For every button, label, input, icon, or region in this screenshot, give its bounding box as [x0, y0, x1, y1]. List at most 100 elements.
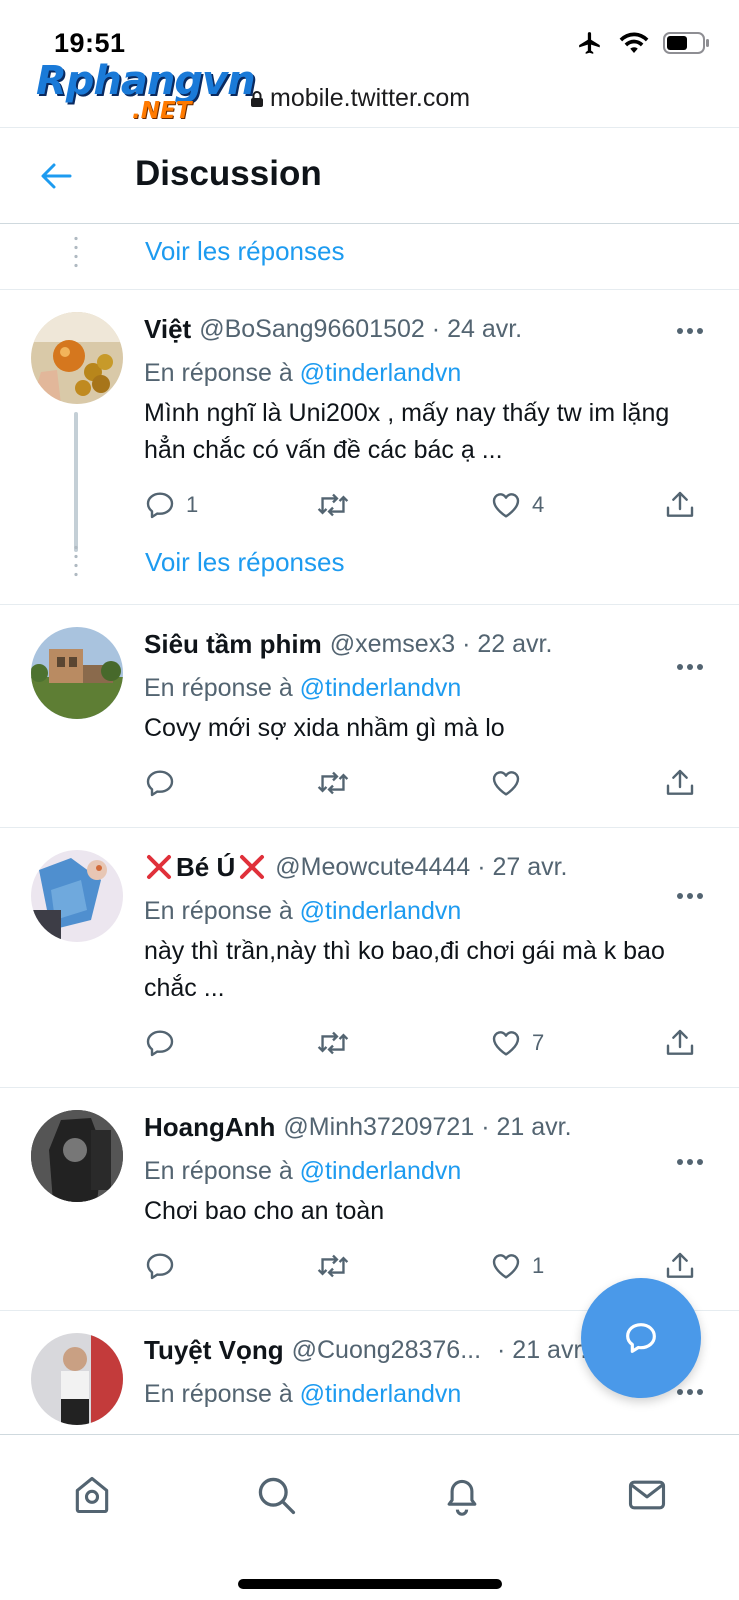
author-name[interactable]: Bé Ú — [176, 850, 235, 884]
like-button[interactable]: 4 — [490, 489, 544, 521]
author-name[interactable]: Việt — [144, 312, 191, 346]
nav-search[interactable] — [246, 1465, 306, 1525]
more-options-icon[interactable] — [675, 662, 705, 672]
avatar[interactable] — [31, 1333, 123, 1425]
watermark-logo: Rphangvn .NET — [36, 58, 256, 128]
tweet-header: HoangAnh @Minh37209721 · 21 avr. — [144, 1110, 709, 1144]
retweet-button[interactable] — [316, 489, 350, 521]
tweet-date[interactable]: · 22 avr. — [462, 627, 552, 661]
home-icon — [75, 1476, 109, 1514]
avatar[interactable] — [31, 1110, 123, 1202]
heart-icon — [492, 771, 520, 796]
nav-notifications[interactable] — [432, 1465, 492, 1525]
author-handle[interactable]: @Cuong28376... — [292, 1333, 481, 1367]
reply-mention[interactable]: @tinderlandvn — [300, 674, 462, 702]
author-handle[interactable]: @BoSang96601502 — [199, 312, 425, 346]
like-button[interactable]: 7 — [490, 1027, 544, 1059]
share-button[interactable] — [664, 1250, 696, 1282]
more-options-icon[interactable] — [675, 891, 705, 901]
reply-prefix: En réponse à — [144, 1157, 293, 1185]
cross-mark-icon — [147, 855, 171, 879]
tweet[interactable]: Việt @BoSang96601502 · 24 avr. En répons… — [0, 290, 739, 605]
cross-mark-icon — [240, 855, 265, 879]
retweet-button[interactable] — [316, 1250, 350, 1282]
tweet[interactable]: Siêu tầm phim @xemsex3 · 22 avr. En répo… — [0, 605, 739, 828]
retweet-icon — [317, 1254, 349, 1278]
tweet-date[interactable]: · 21 avr. — [497, 1333, 587, 1367]
show-replies-row: Voir les réponses — [0, 224, 739, 290]
arrow-left-icon — [41, 163, 72, 189]
tweet-header: Siêu tầm phim @xemsex3 · 22 avr. — [144, 627, 709, 661]
tweet-date[interactable]: · 24 avr. — [432, 312, 522, 346]
tweet[interactable]: Bé Ú @Meowcute4444 · 27 avr. En réponse … — [0, 828, 739, 1088]
share-button[interactable] — [664, 767, 696, 799]
tweet-actions — [144, 759, 709, 807]
lock-icon — [251, 90, 263, 107]
retweet-button[interactable] — [316, 1027, 350, 1059]
reply-mention[interactable]: @tinderlandvn — [300, 1380, 462, 1408]
page-title: Discussion — [135, 154, 322, 193]
tweet-text: Chơi bao cho an toàn — [144, 1197, 385, 1225]
more-options-icon[interactable] — [675, 1157, 705, 1167]
tweet-text: Covy mới sợ xida nhầm gì mà lo — [144, 714, 505, 742]
wifi-icon — [619, 32, 649, 53]
heart-icon — [492, 1254, 520, 1279]
author-name[interactable]: HoangAnh — [144, 1110, 275, 1144]
author-handle[interactable]: @xemsex3 — [330, 627, 455, 661]
status-time: 19:51 — [54, 28, 126, 58]
like-button[interactable]: 1 — [490, 1250, 544, 1282]
page-header: Discussion — [0, 127, 739, 224]
nav-messages[interactable] — [617, 1465, 677, 1525]
reply-button[interactable] — [144, 1027, 186, 1059]
reply-prefix: En réponse à — [144, 674, 293, 702]
tweet-header: Bé Ú @Meowcute4444 · 27 avr. — [144, 850, 709, 884]
author-handle[interactable]: @Minh37209721 — [283, 1110, 474, 1144]
author-name[interactable]: Siêu tầm phim — [144, 627, 322, 661]
share-icon — [666, 491, 694, 517]
show-replies-link[interactable]: Voir les réponses — [145, 547, 344, 578]
tweet-date[interactable]: · 21 avr. — [481, 1110, 571, 1144]
bottom-nav — [0, 1434, 739, 1600]
notifications-icon — [447, 1479, 477, 1516]
show-replies-link[interactable]: Voir les réponses — [145, 236, 344, 267]
search-icon — [258, 1477, 296, 1515]
share-button[interactable] — [664, 489, 696, 521]
reply-mention[interactable]: @tinderlandvn — [300, 897, 462, 925]
share-button[interactable] — [664, 1027, 696, 1059]
reply-mention[interactable]: @tinderlandvn — [300, 359, 462, 387]
retweet-icon — [317, 1031, 349, 1055]
retweet-button[interactable] — [316, 767, 350, 799]
reply-feed[interactable]: Voir les réponses Việt @BoSang96601502 ·… — [0, 224, 739, 1434]
reply-mention[interactable]: @tinderlandvn — [300, 1157, 462, 1185]
reply-button[interactable] — [144, 767, 186, 799]
reply-icon — [146, 1253, 174, 1280]
more-options-icon[interactable] — [675, 1387, 705, 1397]
watermark-suffix: .NET — [132, 98, 192, 124]
author-name[interactable]: Tuyệt Vọng — [144, 1333, 284, 1367]
compose-reply-button[interactable] — [581, 1278, 701, 1398]
tweet[interactable]: HoangAnh @Minh37209721 · 21 avr. En répo… — [0, 1088, 739, 1311]
nav-home[interactable] — [62, 1465, 122, 1525]
reply-button[interactable]: 1 — [144, 489, 198, 521]
more-options-icon[interactable] — [675, 326, 705, 336]
like-count: 4 — [532, 492, 545, 517]
like-count: 1 — [532, 1253, 545, 1278]
tweet-date[interactable]: · 27 avr. — [477, 850, 567, 884]
reply-prefix: En réponse à — [144, 359, 293, 387]
tweet-text: này thì trần,này thì ko bao,đi chơi gái … — [144, 937, 665, 1002]
share-icon — [666, 1252, 694, 1278]
status-icons — [575, 30, 711, 56]
author-handle[interactable]: @Meowcute4444 — [275, 850, 470, 884]
reply-prefix: En réponse à — [144, 897, 293, 925]
reply-icon — [146, 1030, 174, 1057]
back-button[interactable] — [36, 158, 76, 194]
reply-button[interactable] — [144, 1250, 186, 1282]
url-bar[interactable]: mobile.twitter.com — [250, 84, 470, 113]
tweet-actions: 1 4 — [144, 481, 709, 529]
like-button[interactable] — [490, 767, 532, 799]
avatar[interactable] — [31, 850, 123, 942]
tweet-header: Việt @BoSang96601502 · 24 avr. — [144, 312, 709, 346]
avatar[interactable] — [31, 312, 123, 404]
avatar[interactable] — [31, 627, 123, 719]
retweet-icon — [317, 771, 349, 795]
